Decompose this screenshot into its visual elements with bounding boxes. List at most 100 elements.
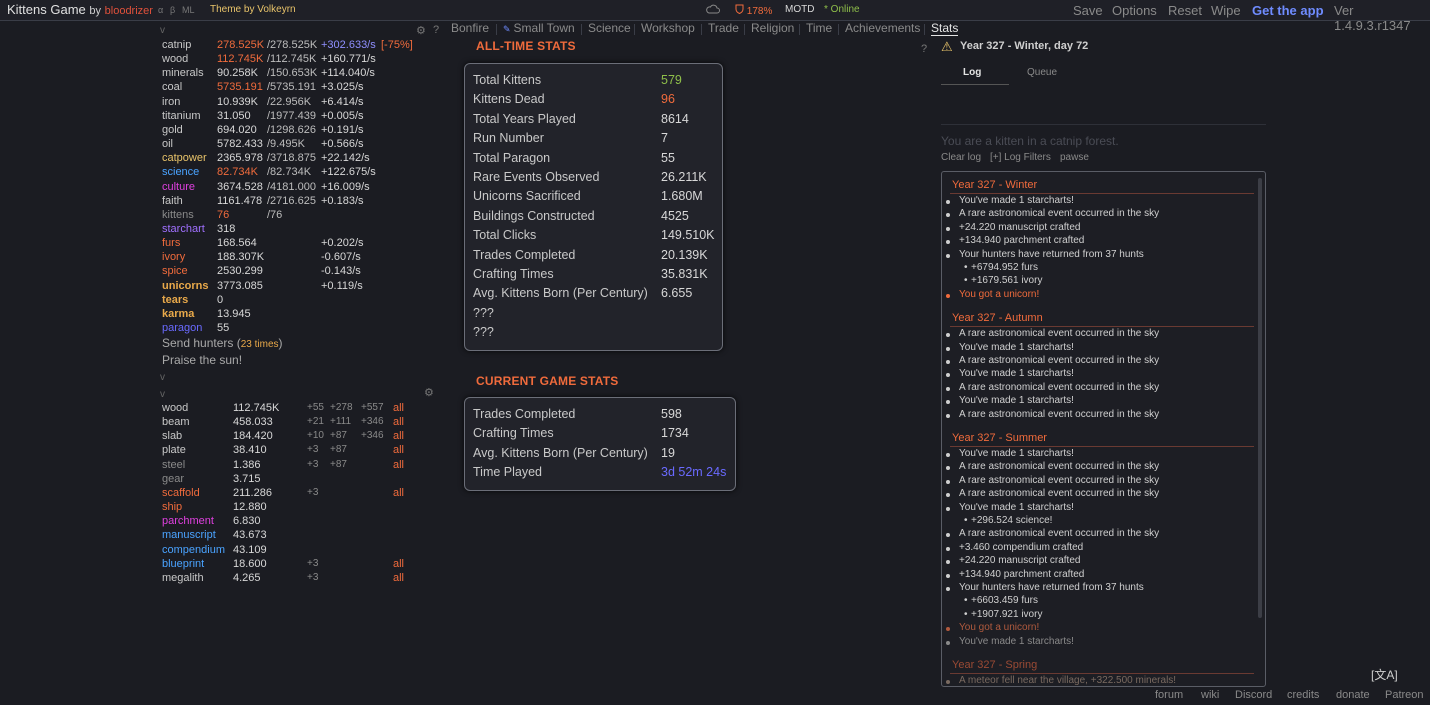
craft-plus-1pct-button[interactable]: +3 (307, 458, 318, 472)
log-entry: +134.940 parchment crafted (959, 568, 1085, 580)
stat-row: Rare Events Observed 26.211K (473, 168, 707, 187)
tab-science[interactable]: Science (588, 21, 631, 35)
stat-value: 8614 (661, 111, 689, 126)
craft-amount: 3.715 (233, 472, 261, 485)
craft-plus-1pct-button[interactable]: +3 (307, 486, 318, 500)
craft-all-button[interactable]: all (393, 557, 404, 571)
alpha-link[interactable]: α (158, 5, 163, 15)
author-link[interactable]: bloodrizer (105, 5, 153, 17)
right-help-icon[interactable]: ? (921, 43, 927, 55)
craft-plus-1pct-button[interactable]: +3 (307, 443, 318, 457)
tab-stats[interactable]: Stats (931, 21, 959, 36)
footer-link-patreon[interactable]: Patreon (1385, 689, 1424, 701)
craft-plus-5pct-button[interactable]: +87 (330, 429, 347, 443)
craft-all-button[interactable]: all (393, 429, 404, 443)
log-entry: A rare astronomical event occurred in th… (959, 381, 1160, 393)
language-icon[interactable]: [文A] (1371, 666, 1398, 683)
craft-plus-1pct-button[interactable]: +3 (307, 571, 318, 585)
tab-religion[interactable]: Religion (751, 21, 794, 35)
tab-trade[interactable]: Trade (708, 21, 739, 35)
resource-amount: 694.020 (217, 123, 257, 136)
tab-separator (838, 24, 839, 35)
log-entry: +3.460 compendium crafted (959, 541, 1084, 553)
resource-amount: 10.939K (217, 95, 258, 108)
stat-label: Avg. Kittens Born (Per Century) (473, 445, 648, 460)
beta-link[interactable]: β (170, 5, 175, 15)
resource-amount: 112.745K (217, 53, 264, 66)
craft-all-button[interactable]: all (393, 571, 404, 585)
craft-plus-1pct-button[interactable]: +10 (307, 429, 324, 443)
version-label[interactable]: Ver 1.4.9.3.r1347 (1334, 3, 1430, 33)
craft-plus-5pct-button[interactable]: +87 (330, 458, 347, 472)
stat-row: Unicorns Sacrificed 1.680M (473, 187, 703, 206)
stat-row: Trades Completed 598 (473, 405, 682, 424)
queue-tab[interactable]: Queue (1027, 67, 1057, 78)
save-button[interactable]: Save (1073, 3, 1103, 18)
craft-all-button[interactable]: all (393, 458, 404, 472)
resource-rate: +6.414/s (321, 95, 364, 108)
tab-time[interactable]: Time (806, 21, 832, 35)
footer-link-credits[interactable]: credits (1287, 689, 1319, 701)
craft-name: megalith (162, 571, 204, 584)
craft-plus-5pct-button[interactable]: +87 (330, 443, 347, 457)
resource-amount: 55 (217, 322, 230, 334)
ml-link[interactable]: ML (182, 5, 195, 15)
praise-sun-link[interactable]: Praise the sun! (162, 353, 242, 367)
resource-max: /112.745K (267, 53, 317, 66)
stat-row: Buildings Constructed 4525 (473, 207, 689, 226)
tab-small-town[interactable]: ✎ Small Town (503, 21, 575, 35)
game-log[interactable]: Year 327 - Winter You've made 1 starchart… (941, 171, 1266, 687)
craft-plus-1pct-button[interactable]: +21 (307, 415, 324, 429)
motd-link[interactable]: MOTD (785, 4, 814, 15)
settings-gear-icon[interactable]: ⚙ (416, 24, 426, 37)
collapse-section-icon[interactable]: v (160, 372, 165, 383)
craft-plus-25pct-button[interactable]: +346 (361, 429, 384, 443)
collapse-crafts-icon[interactable]: v (160, 389, 165, 400)
craft-all-button[interactable]: all (393, 443, 404, 457)
craft-all-button[interactable]: all (393, 415, 404, 429)
craft-all-button[interactable]: all (393, 486, 404, 500)
tab-achievements[interactable]: Achievements (845, 21, 920, 35)
log-tab[interactable]: Log (963, 67, 981, 78)
craft-plus-1pct-button[interactable]: +3 (307, 557, 318, 571)
log-subline: • (964, 262, 968, 273)
craft-settings-gear-icon[interactable]: ⚙ (424, 386, 434, 399)
craft-amount: 6.830 (233, 515, 261, 528)
reset-button[interactable]: Reset (1168, 3, 1202, 18)
craft-all-button[interactable]: all (393, 401, 404, 415)
log-bullet (946, 573, 950, 578)
craft-plus-25pct-button[interactable]: +346 (361, 415, 384, 429)
log-scrollbar[interactable] (1258, 178, 1262, 618)
current-game-stats-title: CURRENT GAME STATS (476, 374, 619, 388)
log-bullet (946, 346, 950, 351)
send-hunters-link[interactable]: Send hunters (23 times) (162, 336, 283, 350)
craft-row-slab: slab 184.420 +10 +87 +346 all (162, 429, 422, 443)
craft-amount: 211.286 (233, 486, 272, 499)
clear-log-link[interactable]: Clear log (941, 152, 981, 163)
log-filters-link[interactable]: [+] Log Filters (990, 152, 1051, 163)
log-entry: +24.220 manuscript crafted (959, 221, 1081, 233)
options-button[interactable]: Options (1112, 3, 1157, 18)
footer-link-forum[interactable]: forum (1155, 689, 1183, 701)
help-icon[interactable]: ? (433, 24, 439, 36)
footer-link-discord[interactable]: Discord (1235, 689, 1272, 701)
craft-plus-5pct-button[interactable]: +278 (330, 401, 353, 415)
resource-name: paragon (162, 322, 203, 334)
footer-link-donate[interactable]: donate (1336, 689, 1370, 701)
stat-row: Kittens Dead 96 (473, 90, 675, 109)
footer-link-wiki[interactable]: wiki (1201, 689, 1219, 701)
tab-bonfire[interactable]: Bonfire (451, 21, 489, 35)
craft-plus-25pct-button[interactable]: +557 (361, 401, 384, 415)
collapse-resources-icon[interactable]: v (160, 25, 165, 36)
craft-plus-5pct-button[interactable]: +111 (330, 415, 351, 429)
wipe-button[interactable]: Wipe (1211, 3, 1241, 18)
tab-label: Stats (931, 21, 959, 35)
tab-workshop[interactable]: Workshop (641, 21, 695, 35)
log-bullet (946, 627, 950, 632)
craft-plus-1pct-button[interactable]: +55 (307, 401, 324, 415)
resource-max: /76 (267, 208, 283, 221)
log-season-heading: Year 327 - Autumn (952, 312, 1043, 325)
pawse-link[interactable]: pawse (1060, 152, 1089, 163)
stat-label: Total Kittens (473, 73, 542, 87)
get-app-link[interactable]: Get the app (1252, 3, 1324, 18)
